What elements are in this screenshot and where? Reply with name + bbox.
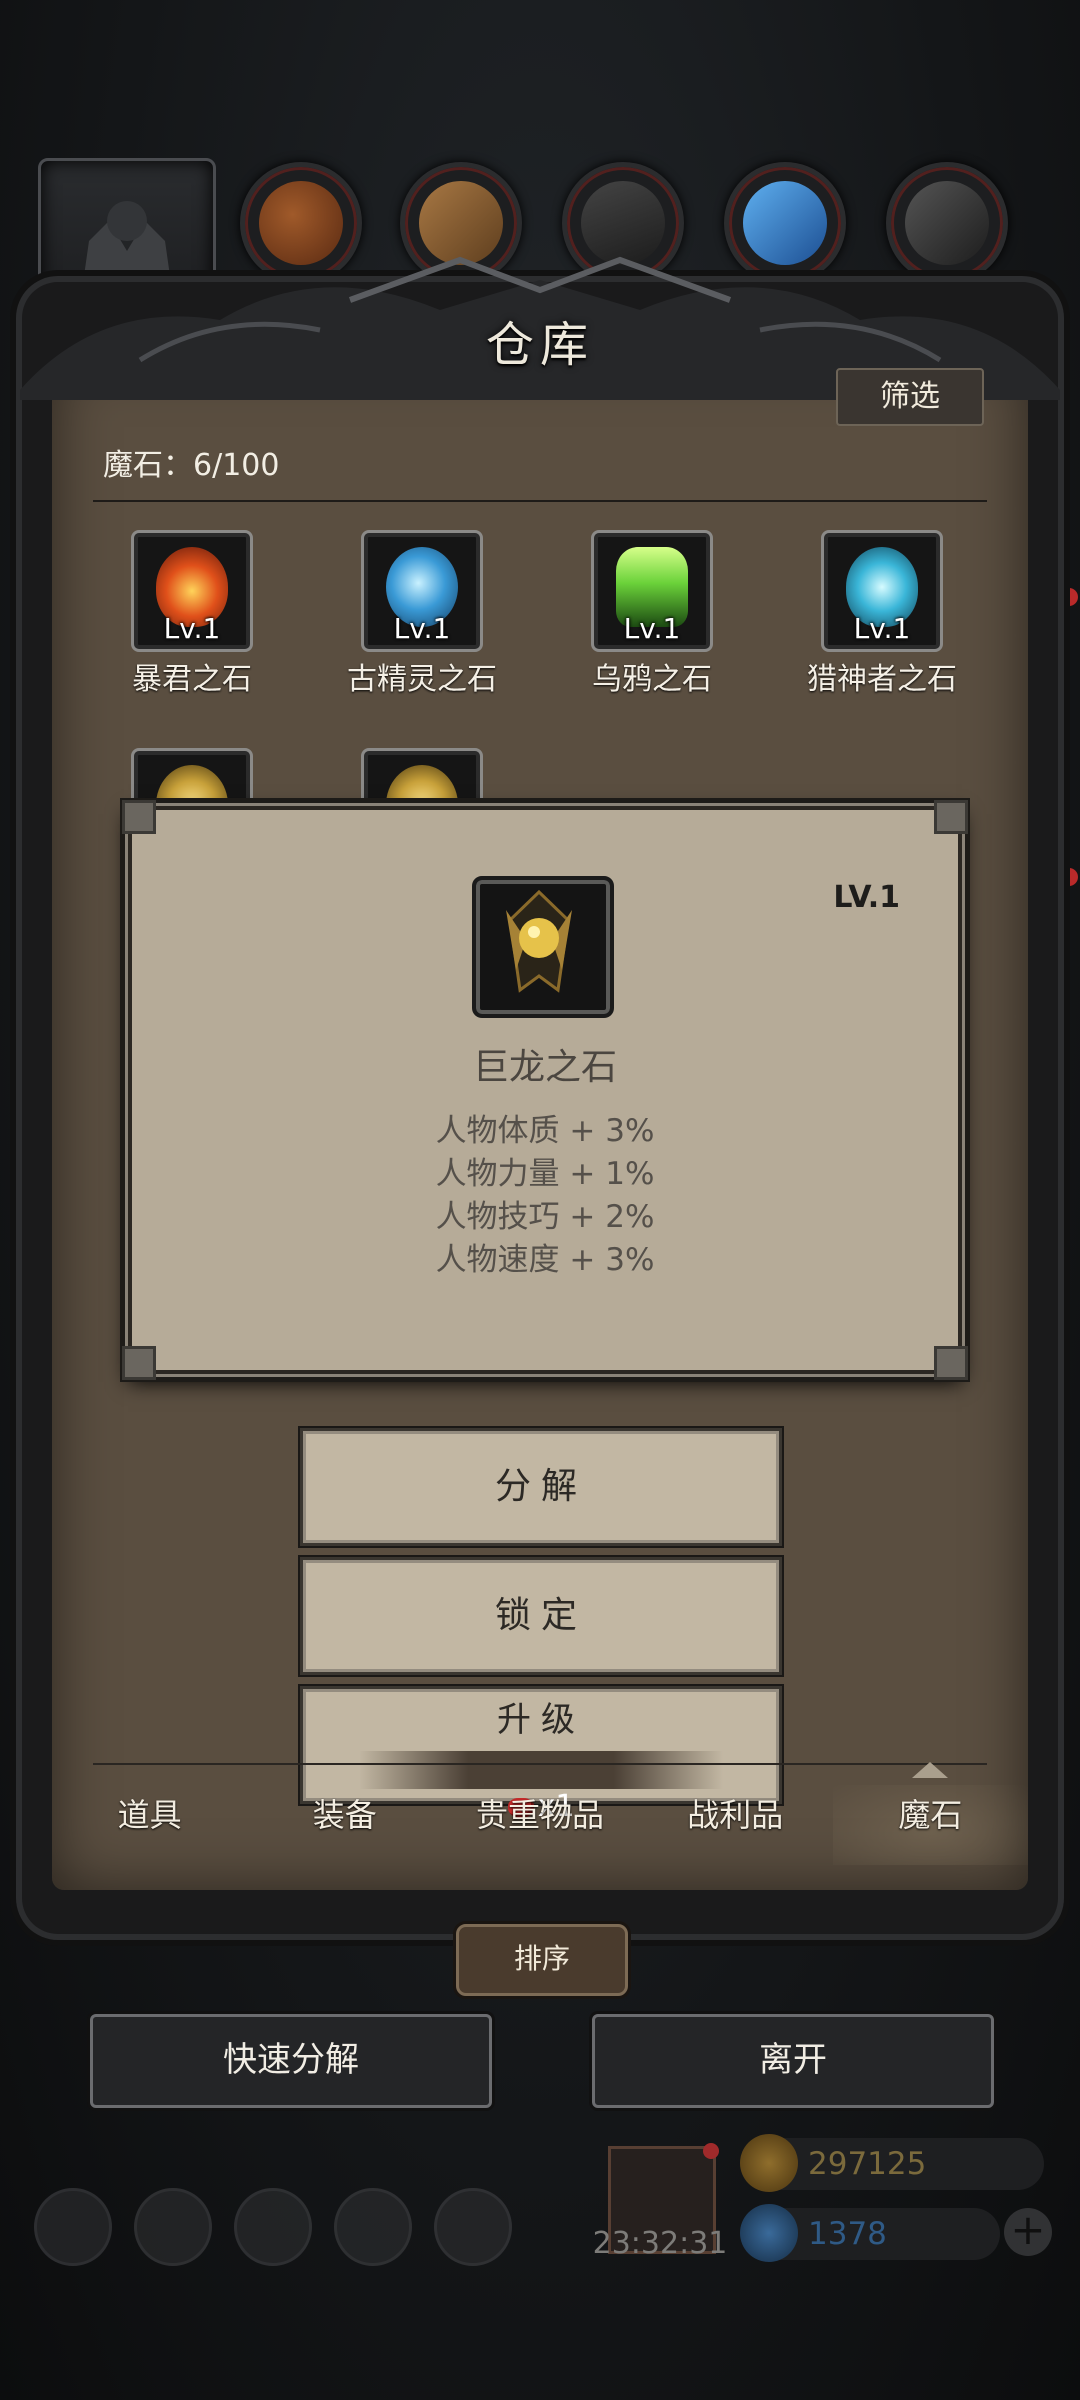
- tab-valuables[interactable]: 贵重物品: [442, 1785, 637, 1865]
- upgrade-label: 升级: [497, 1700, 585, 1740]
- tab-items[interactable]: 道具: [52, 1785, 247, 1865]
- popup-corner: [934, 1346, 968, 1380]
- item-slot: Lv.1: [821, 530, 943, 652]
- stat-line: 人物技巧 + 2%: [435, 1199, 655, 1235]
- quick-decompose-button[interactable]: 快速分解: [90, 2014, 492, 2108]
- achievement-icon[interactable]: [134, 2188, 212, 2266]
- leave-button[interactable]: 离开: [592, 2014, 994, 2108]
- popup-corner: [122, 1346, 156, 1380]
- warehouse-title: 仓库: [485, 317, 594, 373]
- tab-equipment[interactable]: 装备: [247, 1785, 442, 1865]
- stat-line: 人物体质 + 3%: [435, 1113, 655, 1149]
- item-slot: Lv.1: [131, 530, 253, 652]
- inventory-item[interactable]: Lv.1 猎神者之石: [798, 530, 966, 698]
- gold-display: 297125: [740, 2134, 1044, 2192]
- category-tabs: 道具 装备 贵重物品 战利品 魔石: [52, 1785, 1029, 1865]
- filter-button[interactable]: 筛选: [836, 368, 984, 426]
- side-notification-dot: [1060, 588, 1078, 606]
- gem-value: 1378: [808, 2216, 887, 2252]
- settings-icon[interactable]: [34, 2188, 112, 2266]
- item-name: 古精灵之石: [347, 662, 497, 697]
- item-slot: Lv.1: [361, 530, 483, 652]
- sort-button[interactable]: 排序: [456, 1924, 628, 1996]
- magic-stone-count: 魔石：6/100: [103, 448, 280, 483]
- gold-coin-icon: [740, 2134, 798, 2192]
- decompose-label: 分解: [494, 1466, 587, 1507]
- add-currency-button[interactable]: +: [1004, 2208, 1052, 2256]
- tabs-divider: [93, 1763, 987, 1765]
- item-name: 乌鸦之石: [592, 662, 712, 697]
- gift-timer: 23:32:31: [592, 2226, 728, 2261]
- popup-corner: [934, 800, 968, 834]
- tab-loot[interactable]: 战利品: [638, 1785, 833, 1865]
- stat-line: 人物速度 + 3%: [435, 1242, 655, 1278]
- gem-display: 1378: [740, 2204, 1000, 2262]
- lock-button[interactable]: 锁定: [300, 1557, 782, 1675]
- active-tab-indicator: [912, 1762, 948, 1778]
- popup-level: LV.1: [833, 880, 900, 915]
- rank-icon[interactable]: [434, 2188, 512, 2266]
- item-level: Lv.1: [163, 612, 221, 645]
- item-slot: Lv.1: [591, 530, 713, 652]
- item-level: Lv.1: [623, 612, 681, 645]
- side-notification-dot: [1060, 868, 1078, 886]
- dragon-stone-icon: [472, 876, 614, 1018]
- inventory-item[interactable]: Lv.1 乌鸦之石: [568, 530, 736, 698]
- decompose-button[interactable]: 分解: [300, 1428, 782, 1546]
- lock-label: 锁定: [494, 1595, 587, 1636]
- item-name: 猎神者之石: [807, 662, 957, 697]
- stat-line: 人物力量 + 1%: [435, 1156, 655, 1192]
- gem-icon: [740, 2204, 798, 2262]
- divider: [93, 500, 987, 502]
- inventory-item[interactable]: Lv.1 暴君之石: [108, 530, 276, 698]
- inventory-item[interactable]: Lv.1 古精灵之石: [338, 530, 506, 698]
- mail-icon[interactable]: [334, 2188, 412, 2266]
- gold-value: 297125: [808, 2146, 927, 2182]
- item-detail-popup: LV.1 巨龙之石 人物体质 + 3% 人物力量 + 1% 人物技巧 + 2% …: [122, 800, 968, 1380]
- upgrade-cost: x1: [359, 1751, 723, 1824]
- popup-item-name: 巨龙之石: [472, 1047, 617, 1088]
- popup-corner: [122, 800, 156, 834]
- map-icon[interactable]: [234, 2188, 312, 2266]
- item-level: Lv.1: [393, 612, 451, 645]
- popup-stats: 人物体质 + 3% 人物力量 + 1% 人物技巧 + 2% 人物速度 + 3%: [132, 1110, 958, 1282]
- tab-magic-stones[interactable]: 魔石: [832, 1785, 1029, 1865]
- item-level: Lv.1: [853, 612, 911, 645]
- item-name: 暴君之石: [132, 662, 252, 697]
- gift-notification-dot: [703, 2143, 719, 2159]
